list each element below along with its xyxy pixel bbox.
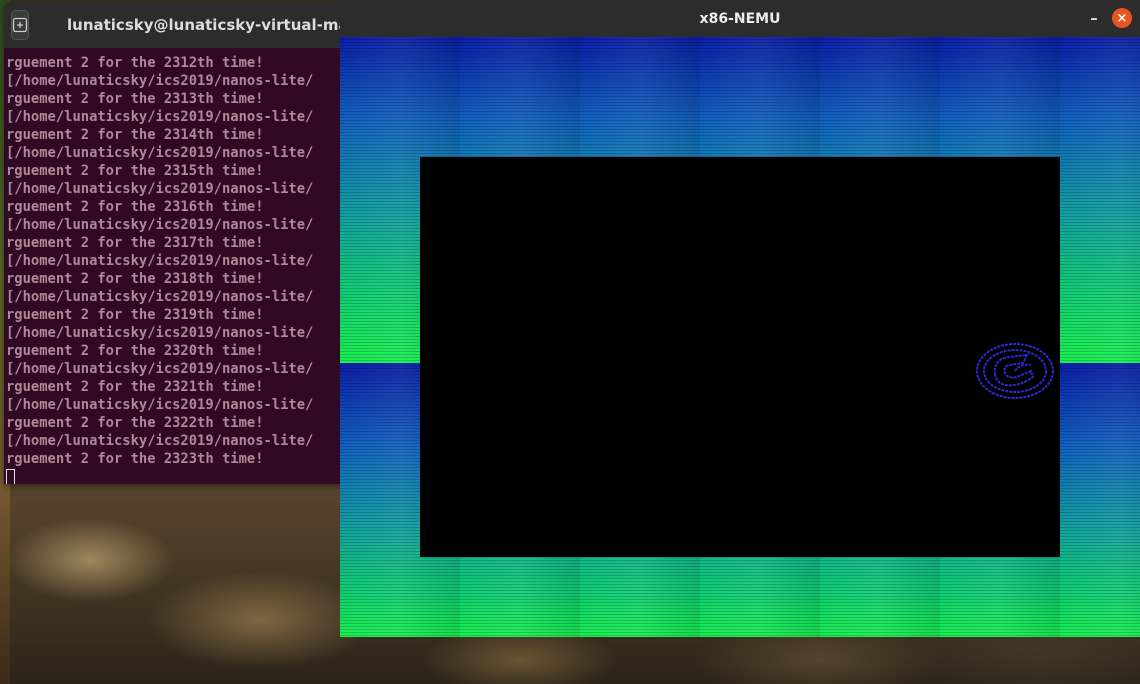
new-tab-icon bbox=[12, 17, 28, 33]
nemu-display[interactable] bbox=[340, 37, 1140, 637]
terminal-line: [/home/lunaticsky/ics2019/nanos-lite/ bbox=[6, 397, 314, 413]
nemu-window[interactable]: x86-NEMU – × bbox=[340, 0, 1140, 637]
terminal-line: [/home/lunaticsky/ics2019/nanos-lite/ bbox=[6, 145, 314, 161]
close-icon: × bbox=[1116, 10, 1128, 26]
terminal-titlebar[interactable]: lunaticsky@lunaticsky-virtual-machi bbox=[4, 2, 354, 48]
terminal-line: [/home/lunaticsky/ics2019/nanos-lite/ bbox=[6, 253, 314, 269]
terminal-line: rguement 2 for the 2317th time! bbox=[6, 235, 264, 251]
terminal-title: lunaticsky@lunaticsky-virtual-machi bbox=[67, 16, 354, 34]
terminal-line: rguement 2 for the 2323th time! bbox=[6, 451, 264, 467]
terminal-line: rguement 2 for the 2314th time! bbox=[6, 127, 264, 143]
terminal-line: [/home/lunaticsky/ics2019/nanos-lite/ bbox=[6, 109, 314, 125]
nemu-titlebar[interactable]: x86-NEMU – × bbox=[340, 0, 1140, 37]
minimize-icon: – bbox=[1090, 9, 1098, 27]
terminal-window[interactable]: lunaticsky@lunaticsky-virtual-machi rgue… bbox=[4, 2, 354, 484]
terminal-line: rguement 2 for the 2321th time! bbox=[6, 379, 264, 395]
terminal-line: [/home/lunaticsky/ics2019/nanos-lite/ bbox=[6, 433, 314, 449]
terminal-line: rguement 2 for the 2316th time! bbox=[6, 199, 264, 215]
terminal-prompt[interactable] bbox=[6, 468, 354, 484]
terminal-output[interactable]: rguement 2 for the 2312th time! [/home/lu… bbox=[6, 54, 354, 484]
terminal-line: [/home/lunaticsky/ics2019/nanos-lite/ bbox=[6, 217, 314, 233]
terminal-line: [/home/lunaticsky/ics2019/nanos-lite/ bbox=[6, 181, 314, 197]
terminal-cursor bbox=[6, 469, 15, 484]
game-canvas bbox=[420, 157, 1060, 557]
nemu-logo-icon bbox=[976, 343, 1054, 399]
nemu-title: x86-NEMU bbox=[699, 10, 781, 27]
terminal-line: rguement 2 for the 2319th time! bbox=[6, 307, 264, 323]
minimize-button[interactable]: – bbox=[1084, 8, 1104, 28]
terminal-line: rguement 2 for the 2320th time! bbox=[6, 343, 264, 359]
terminal-line: rguement 2 for the 2312th time! bbox=[6, 55, 264, 71]
terminal-line: [/home/lunaticsky/ics2019/nanos-lite/ bbox=[6, 289, 314, 305]
terminal-line: [/home/lunaticsky/ics2019/nanos-lite/ bbox=[6, 73, 314, 89]
terminal-line: [/home/lunaticsky/ics2019/nanos-lite/ bbox=[6, 361, 314, 377]
close-button[interactable]: × bbox=[1112, 8, 1132, 28]
terminal-line: [/home/lunaticsky/ics2019/nanos-lite/ bbox=[6, 325, 314, 341]
new-tab-button[interactable] bbox=[11, 10, 29, 40]
terminal-line: rguement 2 for the 2322th time! bbox=[6, 415, 264, 431]
terminal-line: rguement 2 for the 2315th time! bbox=[6, 163, 264, 179]
terminal-line: rguement 2 for the 2313th time! bbox=[6, 91, 264, 107]
terminal-line: rguement 2 for the 2318th time! bbox=[6, 271, 264, 287]
